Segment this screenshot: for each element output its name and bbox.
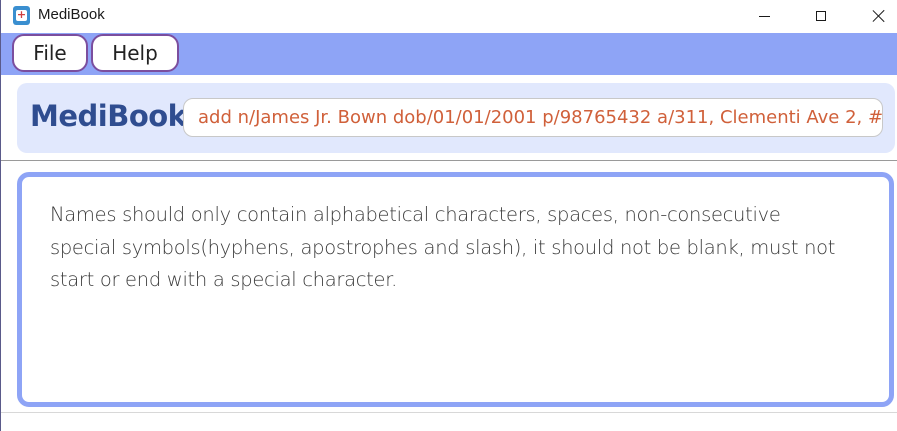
menu-file[interactable]: File [12, 34, 88, 72]
brand-title: MediBook [30, 99, 187, 133]
window-title: MediBook [38, 6, 105, 23]
minimize-icon [758, 15, 770, 17]
menu-help[interactable]: Help [91, 34, 179, 72]
close-button[interactable] [856, 0, 897, 32]
title-bar[interactable]: MediBook [1, 0, 897, 32]
menu-bar: File Help [1, 33, 897, 75]
medibook-app-icon [13, 6, 30, 25]
command-panel: MediBook add n/James Jr. Bown dob/01/01/… [17, 83, 895, 153]
close-icon [872, 9, 886, 23]
command-input[interactable]: add n/James Jr. Bown dob/01/01/2001 p/98… [183, 98, 883, 137]
maximize-button[interactable] [798, 0, 844, 32]
result-message: Names should only contain alphabetical c… [50, 203, 836, 291]
app-window: MediBook File Help MediBook add n/James … [0, 0, 897, 431]
minimize-button[interactable] [741, 0, 787, 32]
maximize-icon [816, 11, 826, 21]
status-divider [1, 412, 897, 413]
command-area: MediBook add n/James Jr. Bown dob/01/01/… [1, 75, 897, 161]
result-display[interactable]: Names should only contain alphabetical c… [17, 172, 894, 407]
